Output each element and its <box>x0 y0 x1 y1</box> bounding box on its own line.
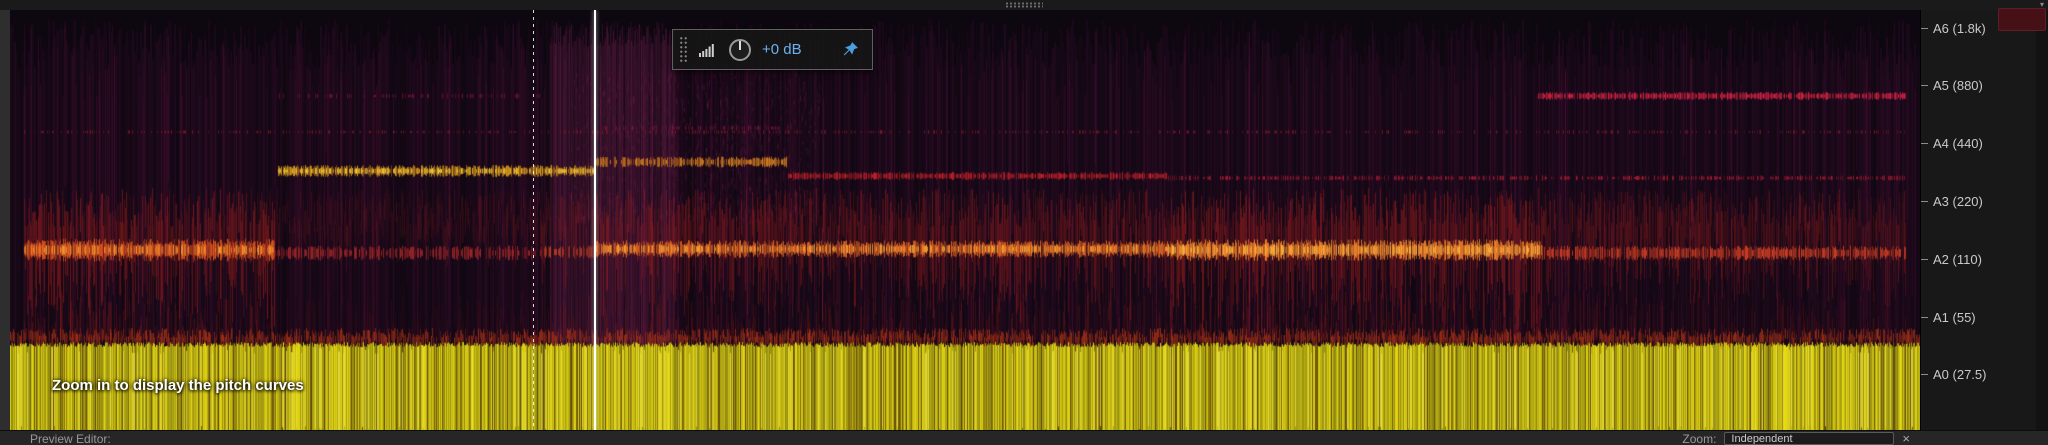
vertical-scrollbar[interactable] <box>2036 10 2048 430</box>
zoom-label: Zoom: <box>1682 431 1717 445</box>
ruler-tick <box>1921 143 1928 145</box>
drag-dots-icon[interactable] <box>1005 2 1043 8</box>
zoom-controls: Zoom: Independent × <box>1682 431 1910 445</box>
scrollbar-thumb[interactable] <box>1998 8 2046 31</box>
level-meter-icon <box>699 44 714 57</box>
grip-dots-icon[interactable] <box>679 36 689 63</box>
ruler-label: A0 (27.5) <box>1921 367 1986 383</box>
selection-marker-line <box>533 10 534 430</box>
ruler-label: A4 (440) <box>1921 136 1983 152</box>
ruler-tick <box>1921 200 1928 202</box>
ruler-label: A5 (880) <box>1921 78 1983 94</box>
zoom-mode-value: Independent <box>1731 432 1793 445</box>
ruler-label: A3 (220) <box>1921 193 1983 209</box>
spectral-display[interactable]: +0 dB Zoom in to display the pitch curve… <box>10 10 1920 430</box>
pitch-curve-hint: Zoom in to display the pitch curves <box>52 377 304 394</box>
gain-knob-icon[interactable] <box>727 37 753 63</box>
ruler-tick <box>1921 258 1928 260</box>
close-button[interactable]: × <box>1902 432 1910 445</box>
playhead[interactable] <box>594 10 596 430</box>
ruler-tick <box>1921 374 1928 376</box>
hud-gain-value[interactable]: +0 dB <box>762 41 802 58</box>
ruler-label: A1 (55) <box>1921 309 1976 325</box>
ruler-label: A6 (1.8k) <box>1921 20 1986 36</box>
ruler-tick <box>1921 27 1928 29</box>
spectrogram-canvas[interactable] <box>10 10 1920 430</box>
zoom-mode-select[interactable]: Independent <box>1724 432 1895 445</box>
pin-icon[interactable] <box>840 40 860 60</box>
preview-editor-label: Preview Editor: <box>30 432 111 445</box>
hud-panel[interactable]: +0 dB <box>672 29 873 70</box>
ruler-label: A2 (110) <box>1921 251 1982 267</box>
ruler-tick <box>1921 85 1928 87</box>
status-bar: Preview Editor: Zoom: Independent × <box>0 430 2048 445</box>
spectral-pitch-panel: ▾ +0 dB Zoom in to display the pitch cur… <box>0 0 2048 445</box>
ruler-tick <box>1921 316 1928 318</box>
pitch-ruler: A6 (1.8k) A5 (880) A4 (440) A3 (220) A2 (110… <box>1920 10 2036 430</box>
panel-top-bar: ▾ <box>0 0 2048 10</box>
